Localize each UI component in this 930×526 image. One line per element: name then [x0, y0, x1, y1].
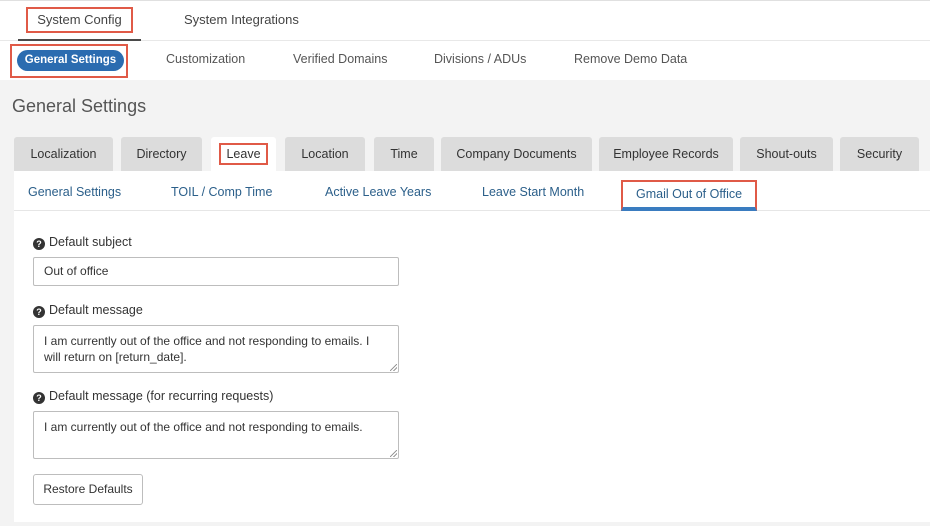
subtab-active-leave-years[interactable]: Active Leave Years — [325, 185, 431, 199]
page-title: General Settings — [12, 96, 147, 116]
sub-nav: General Settings Customization Verified … — [0, 41, 930, 80]
tab-leave[interactable]: Leave — [211, 137, 276, 171]
tab-company-documents[interactable]: Company Documents — [441, 137, 592, 171]
tab-system-config-label: System Config — [26, 7, 133, 33]
subtab-general-settings[interactable]: General Settings — [28, 185, 121, 199]
default-message-textarea[interactable]: I am currently out of the office and not… — [33, 325, 399, 373]
tab-localization[interactable]: Localization — [14, 137, 113, 171]
tab-system-integrations[interactable]: System Integrations — [184, 1, 299, 41]
top-nav: System Config System Integrations — [0, 0, 930, 41]
resize-grip-icon[interactable] — [390, 364, 397, 371]
restore-defaults-button[interactable]: Restore Defaults — [33, 474, 143, 505]
tab-directory[interactable]: Directory — [121, 137, 202, 171]
default-subject-input[interactable]: Out of office — [33, 257, 399, 286]
question-circle-icon: ? — [33, 306, 45, 318]
subnav-remove-demo-data[interactable]: Remove Demo Data — [574, 52, 687, 66]
recurring-message-textarea[interactable]: I am currently out of the office and not… — [33, 411, 399, 459]
subnav-general-settings[interactable]: General Settings — [17, 50, 124, 71]
tab-location[interactable]: Location — [285, 137, 365, 171]
page-content: General Settings Localization Directory … — [0, 80, 930, 526]
tab-leave-label: Leave — [219, 143, 268, 165]
subtab-leave-start-month[interactable]: Leave Start Month — [482, 185, 584, 199]
default-message-label: ? Default message — [33, 303, 143, 318]
question-circle-icon: ? — [33, 238, 45, 250]
subnav-divisions-adus[interactable]: Divisions / ADUs — [434, 52, 526, 66]
subtab-gmail-out-of-office[interactable]: Gmail Out of Office — [621, 180, 758, 211]
subtab-toil-comp-time[interactable]: TOIL / Comp Time — [171, 185, 272, 199]
default-subject-label: ? Default subject — [33, 235, 132, 250]
question-circle-icon: ? — [33, 392, 45, 404]
settings-tabs: Localization Directory Leave Location Ti… — [0, 137, 930, 171]
recurring-message-label: ? Default message (for recurring requests… — [33, 389, 273, 404]
tab-employee-records[interactable]: Employee Records — [599, 137, 733, 171]
tab-system-config[interactable]: System Config — [18, 1, 141, 41]
tab-time[interactable]: Time — [374, 137, 434, 171]
resize-grip-icon[interactable] — [390, 450, 397, 457]
subnav-customization[interactable]: Customization — [166, 52, 245, 66]
leave-subtabs: General Settings TOIL / Comp Time Active… — [14, 171, 930, 211]
recurring-message-text: I am currently out of the office and not… — [44, 420, 363, 434]
subnav-verified-domains[interactable]: Verified Domains — [293, 52, 388, 66]
recurring-message-label-text: Default message (for recurring requests) — [49, 389, 274, 403]
default-message-label-text: Default message — [49, 303, 143, 317]
default-subject-label-text: Default subject — [49, 235, 132, 249]
settings-panel: General Settings TOIL / Comp Time Active… — [14, 171, 930, 522]
default-message-text: I am currently out of the office and not… — [44, 334, 370, 364]
tab-security[interactable]: Security — [840, 137, 919, 171]
tab-shout-outs[interactable]: Shout-outs — [740, 137, 833, 171]
